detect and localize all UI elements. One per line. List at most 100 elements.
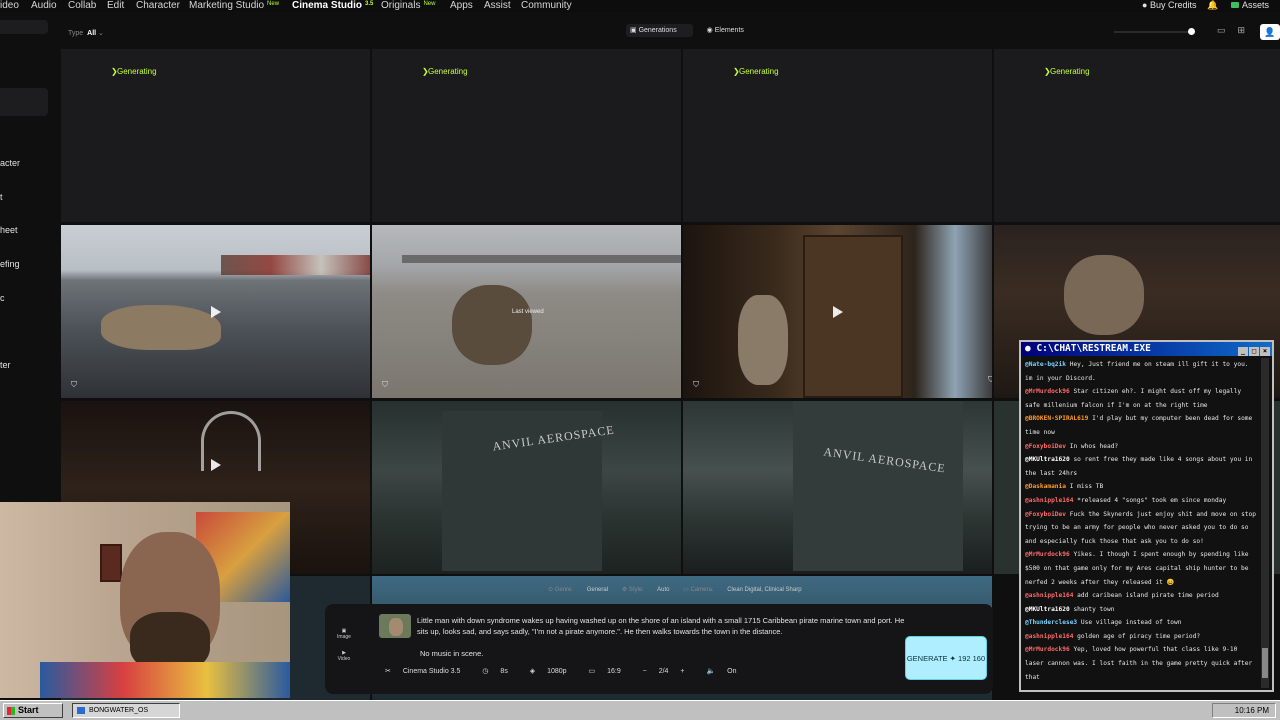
prompt-text-input[interactable]: Little man with down syndrome wakes up h… xyxy=(417,615,907,637)
nav-item-assist[interactable]: Assist xyxy=(484,0,511,11)
duration-selector[interactable]: ◷ 8s xyxy=(482,668,517,675)
chat-username[interactable]: @BROKEN-SPIRAL619 xyxy=(1025,415,1088,422)
sidebar-item-c[interactable]: c xyxy=(0,293,5,303)
app-icon: ● xyxy=(1025,343,1037,354)
scrollbar-thumb[interactable] xyxy=(1262,648,1268,678)
list-view-icon[interactable]: ▭ xyxy=(1217,25,1226,35)
nav-item-label: Collab xyxy=(68,0,97,11)
generating-tile[interactable]: ❯Generating xyxy=(372,49,681,222)
chat-username[interactable]: @FoxyboiDev xyxy=(1025,511,1066,518)
chat-scrollbar[interactable] xyxy=(1261,358,1269,688)
video-thumbnail-shore[interactable]: Last viewed ⛉ xyxy=(372,225,681,398)
aspect-selector[interactable]: ▭ 16:9 xyxy=(589,668,631,675)
tab-generations[interactable]: ▣ Generations xyxy=(626,24,693,37)
sidebar-item-sheet[interactable]: heet xyxy=(0,225,18,235)
figure-lying xyxy=(101,305,221,350)
quality-icon: ◈ xyxy=(529,668,538,675)
nav-item-community[interactable]: Community xyxy=(521,0,572,11)
chat-username[interactable]: @MKUltra1620 xyxy=(1025,456,1070,463)
sidebar-item-block[interactable] xyxy=(0,20,48,34)
chat-username[interactable]: @MrMurdock96 xyxy=(1025,646,1070,653)
model-selector[interactable]: ✂ Cinema Studio 3.5 xyxy=(385,668,470,675)
chat-titlebar[interactable]: ● C:\CHAT\RESTREAM.EXE _ □ × xyxy=(1021,342,1272,356)
count-stepper[interactable]: − 2/4 + xyxy=(643,668,695,675)
mode-image-tab[interactable]: ▣ Image xyxy=(337,628,351,640)
style-chip[interactable]: ⚙ Style: Auto xyxy=(622,587,670,593)
image-thumbnail-anvil-aerospace[interactable]: ANVIL AEROSPACE xyxy=(372,401,681,574)
audio-toggle[interactable]: 🔈 On xyxy=(706,668,746,675)
video-thumbnail-beach[interactable]: ⛉ xyxy=(61,225,370,398)
user-profile-icon[interactable]: 👤 xyxy=(1260,24,1280,40)
resolution-selector[interactable]: ◈ 1080p xyxy=(530,668,577,675)
chat-message: @ashnipple164 *released 4 "songs" took e… xyxy=(1025,494,1259,508)
generating-tile[interactable]: ❯Generating xyxy=(683,49,992,222)
buy-credits-button[interactable]: ● Buy Credits xyxy=(1142,0,1196,10)
nav-item-ideo[interactable]: ideo xyxy=(0,0,19,11)
chat-message: @Nate-bq2ik Hey, Just friend me on steam… xyxy=(1025,358,1259,385)
chat-message-text: shanty town xyxy=(1073,605,1115,613)
play-icon[interactable] xyxy=(210,305,221,318)
play-icon[interactable] xyxy=(210,459,221,471)
assets-button[interactable]: Assets xyxy=(1231,0,1269,10)
thumbnail-size-slider[interactable] xyxy=(1114,28,1195,35)
sidebar-item-character[interactable]: acter xyxy=(0,158,20,168)
figure-sitting xyxy=(452,285,532,365)
nav-item-label: Assist xyxy=(484,0,511,11)
close-icon[interactable]: × xyxy=(1260,347,1270,356)
music-note-text[interactable]: No music in scene. xyxy=(420,649,483,658)
start-button[interactable]: Start xyxy=(3,703,63,718)
nav-item-edit[interactable]: Edit xyxy=(107,0,124,11)
image-thumbnail-anvil-aerospace[interactable]: ANVIL AEROSPACE xyxy=(683,401,992,574)
wall-poster xyxy=(100,544,122,582)
maximize-icon[interactable]: □ xyxy=(1249,347,1259,356)
nav-item-label: Community xyxy=(521,0,572,11)
sidebar-item-briefing[interactable]: efing xyxy=(0,259,20,269)
chat-message-text: In whos head? xyxy=(1069,442,1119,450)
chat-username[interactable]: @ashnipple164 xyxy=(1025,497,1073,504)
generate-label: GENERATE xyxy=(906,654,948,663)
slider-knob[interactable] xyxy=(1188,28,1195,35)
nav-item-marketing-studio[interactable]: Marketing Studio New xyxy=(189,0,279,11)
minus-icon[interactable]: − xyxy=(643,668,649,675)
play-icon[interactable] xyxy=(832,305,843,318)
chat-username[interactable]: @MrMurdock96 xyxy=(1025,388,1070,395)
mode-video-tab[interactable]: ▶ Video xyxy=(337,650,351,662)
type-filter-dropdown[interactable]: Type All ⌄ xyxy=(64,26,108,40)
chat-message: @BROKEN-SPIRAL619 I'd play but my comput… xyxy=(1025,412,1259,439)
chat-username[interactable]: @Daskamania xyxy=(1025,483,1066,490)
nav-item-collab[interactable]: Collab xyxy=(68,0,96,11)
chat-messages: @Nate-bq2ik Hey, Just friend me on steam… xyxy=(1025,358,1259,688)
camera-chip[interactable]: ▭ Camera: Clean Digital, Clinical Sharp xyxy=(683,587,801,593)
generating-tile[interactable]: ❯Generating xyxy=(61,49,370,222)
chat-username[interactable]: @ashnipple164 xyxy=(1025,633,1073,640)
genre-chip[interactable]: ⊙ Genre: General xyxy=(548,587,608,593)
nav-item-originals[interactable]: Originals New xyxy=(381,0,435,11)
chat-username[interactable]: @FoxyboiDev xyxy=(1025,443,1066,450)
grid-view-icon[interactable]: ⊞ xyxy=(1238,25,1246,35)
video-thumbnail-door[interactable]: ⛉ ⛉ xyxy=(683,225,992,398)
chat-message: @Thunderclese3 Use village instead of to… xyxy=(1025,616,1259,630)
plus-icon[interactable]: + xyxy=(678,668,684,675)
notifications-bell-icon[interactable]: 🔔 xyxy=(1207,0,1218,11)
reference-thumbnail[interactable] xyxy=(379,614,411,638)
sparkle-icon: ✦ xyxy=(949,654,956,663)
nav-item-cinema-studio[interactable]: Cinema Studio 3.5 xyxy=(292,0,373,11)
generating-tile[interactable]: ❯Generating xyxy=(994,49,1280,222)
sidebar-item-t[interactable]: t xyxy=(0,192,3,202)
chat-username[interactable]: @MKUltra1620 xyxy=(1025,606,1070,613)
tab-elements[interactable]: ◉ Elements xyxy=(707,27,756,34)
sidebar-item-selected[interactable] xyxy=(0,88,48,116)
minimize-icon[interactable]: _ xyxy=(1238,347,1248,356)
nav-item-character[interactable]: Character xyxy=(136,0,180,11)
generate-button[interactable]: GENERATE ✦ 192 160 xyxy=(905,636,987,680)
chat-username[interactable]: @Thunderclese3 xyxy=(1025,619,1077,626)
chat-username[interactable]: @ashnipple164 xyxy=(1025,592,1073,599)
taskbar-item[interactable]: BONGWATER_OS xyxy=(72,703,180,718)
nav-item-audio[interactable]: Audio xyxy=(31,0,57,11)
camera-chip-value: Clean Digital, Clinical Sharp xyxy=(727,587,802,593)
sidebar-item-ter[interactable]: ter xyxy=(0,360,11,370)
nav-item-label: Apps xyxy=(450,0,473,11)
chat-username[interactable]: @Nate-bq2ik xyxy=(1025,361,1066,368)
nav-item-apps[interactable]: Apps xyxy=(450,0,473,11)
chat-username[interactable]: @MrMurdock96 xyxy=(1025,551,1070,558)
